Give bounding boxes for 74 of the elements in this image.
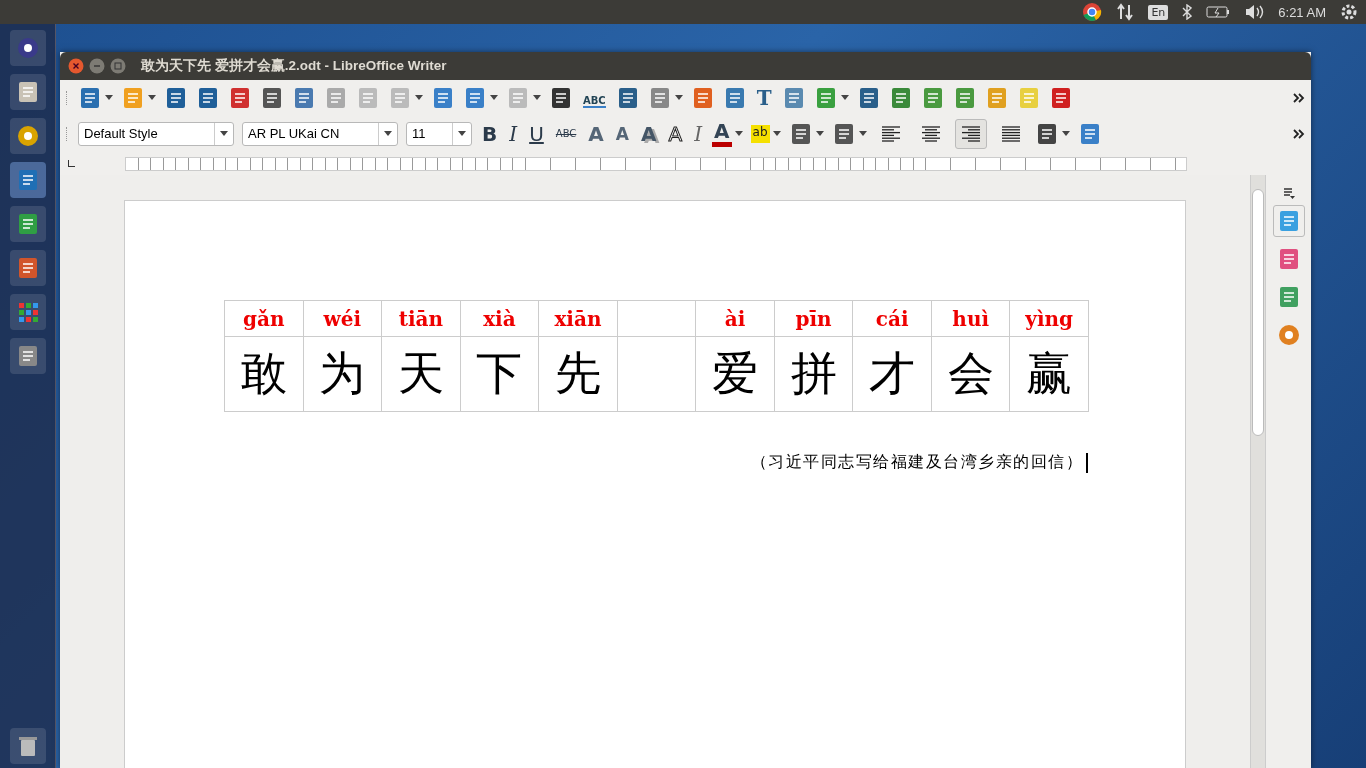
tab-stop-selector[interactable] — [68, 160, 75, 167]
paragraph-style-combo[interactable]: Default Style — [78, 121, 234, 146]
volume-icon[interactable] — [1244, 4, 1265, 20]
more-chevron-icon[interactable] — [1293, 92, 1305, 103]
pinyin-cell: xiān — [539, 301, 617, 337]
hanzi-cell: 天 — [382, 337, 460, 412]
network-arrows-icon[interactable] — [1116, 3, 1135, 21]
shadow-button[interactable]: A — [638, 120, 659, 147]
font-color-button[interactable]: A — [712, 120, 732, 147]
scrollbar-thumb[interactable] — [1252, 189, 1264, 436]
pinyin-cell: ài — [696, 301, 774, 337]
bold-button[interactable]: B — [480, 120, 500, 147]
dropdown-caret-icon[interactable] — [772, 131, 781, 136]
dropdown-caret-icon[interactable] — [533, 95, 541, 100]
italic-button[interactable]: I — [507, 120, 520, 147]
text-lines-icon — [880, 125, 901, 142]
dropdown-caret-icon[interactable] — [105, 95, 113, 100]
new-document-icon[interactable] — [78, 85, 102, 110]
caption-text: （习近平同志写给福建及台湾乡亲的回信） — [750, 452, 1083, 473]
keyboard-layout-indicator[interactable]: En — [1148, 4, 1169, 20]
pinyin-cell: gǎn — [225, 301, 303, 337]
dropdown-caret-icon[interactable] — [1061, 131, 1070, 136]
hanzi-cell: 赢 — [1010, 337, 1088, 412]
pinyin-cell: tiān — [382, 301, 460, 337]
pinyin-cell: huì — [931, 301, 1010, 337]
grow-font-button[interactable]: A — [586, 120, 606, 147]
pinyin-cell: xià — [460, 301, 539, 337]
hanzi-cell: 为 — [303, 337, 382, 412]
dropdown-caret-icon[interactable] — [734, 131, 743, 136]
highlight-button[interactable]: ab — [750, 124, 770, 143]
more-chevron-icon[interactable] — [1293, 128, 1305, 139]
font-name-combo[interactable]: AR PL UKai CN — [242, 121, 398, 146]
dropdown-caret-icon[interactable] — [458, 131, 466, 136]
strikethrough-button[interactable]: ABC — [553, 120, 579, 147]
dropdown-caret-icon[interactable] — [815, 131, 824, 136]
clock[interactable]: 6:21 AM — [1278, 4, 1326, 20]
shrink-font-button[interactable]: A — [613, 120, 631, 147]
bluetooth-icon[interactable] — [1182, 4, 1193, 20]
dropdown-caret-icon[interactable] — [384, 131, 392, 136]
hanzi-cell: 先 — [539, 337, 617, 412]
dropdown-caret-icon[interactable] — [674, 95, 683, 100]
text-box-button[interactable]: T — [754, 84, 774, 111]
pinyin-cell: wéi — [303, 301, 382, 337]
dropdown-caret-icon[interactable] — [148, 95, 156, 100]
align-right-button[interactable] — [954, 118, 987, 149]
hanzi-cell: 下 — [460, 337, 539, 412]
text-lines-icon — [920, 125, 941, 142]
power-gear-icon[interactable] — [1340, 3, 1358, 21]
hanzi-cell: 才 — [853, 337, 931, 412]
dropdown-caret-icon[interactable] — [490, 95, 498, 100]
menu-icon[interactable] — [1282, 187, 1295, 199]
battery-icon[interactable] — [1206, 6, 1231, 18]
hanzi-cell: 拼 — [774, 337, 853, 412]
text-lines-icon — [960, 125, 981, 142]
hanzi-cell: 爱 — [696, 337, 774, 412]
dropdown-caret-icon[interactable] — [220, 131, 228, 136]
pinyin-cell: pīn — [774, 301, 853, 337]
font-size-combo[interactable]: 11 — [406, 121, 472, 146]
underline-button[interactable]: U — [527, 120, 546, 147]
spellcheck-button[interactable]: ABC — [581, 84, 608, 111]
dropdown-caret-icon[interactable] — [415, 95, 423, 100]
window-title: 敢为天下先 爱拼才会赢.2.odt - LibreOffice Writer — [141, 57, 447, 75]
dropdown-caret-icon[interactable] — [858, 131, 867, 136]
horizontal-ruler[interactable] — [125, 156, 1187, 171]
close-icon[interactable] — [68, 58, 84, 74]
hanzi-cell: 会 — [931, 337, 1010, 412]
clear-formatting-button[interactable]: I — [692, 120, 705, 147]
pinyin-cell: yìng — [1010, 301, 1088, 337]
minimize-icon[interactable] — [89, 58, 105, 74]
dropdown-caret-icon[interactable] — [840, 95, 849, 100]
hanzi-cell: 敢 — [225, 337, 303, 412]
maximize-icon[interactable] — [110, 58, 126, 74]
text-lines-icon — [1000, 125, 1021, 142]
pinyin-cell: cái — [853, 301, 931, 337]
